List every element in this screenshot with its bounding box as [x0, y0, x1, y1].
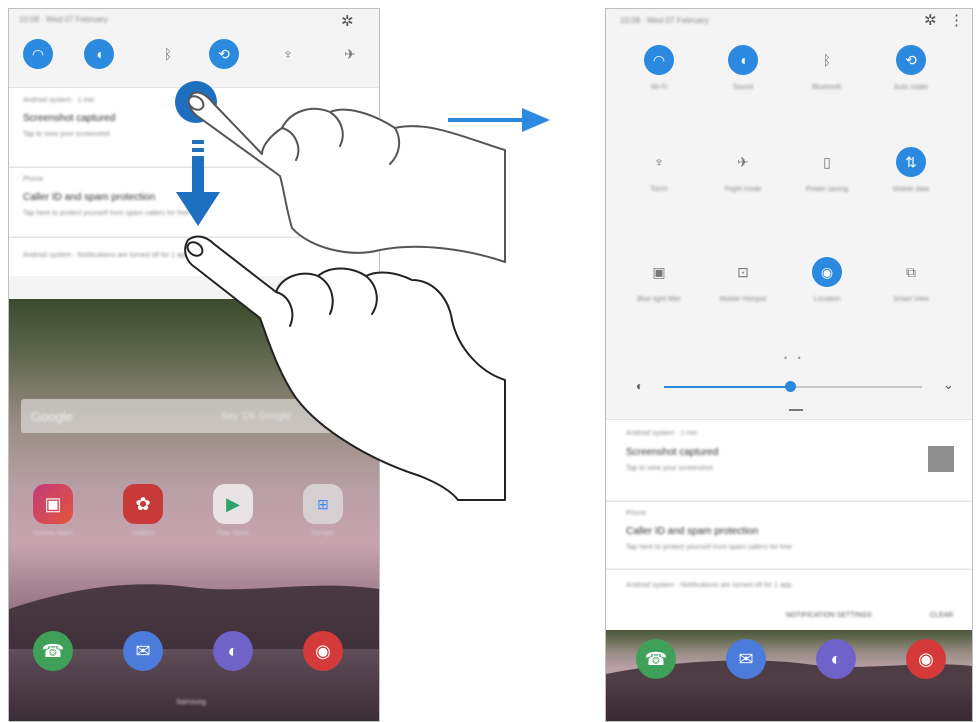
gesture-overlay [175, 81, 550, 501]
arrow-right-icon [448, 108, 550, 132]
hand-icon [187, 91, 506, 263]
hand-icon [184, 235, 506, 501]
drag-down-arrow-icon [176, 140, 220, 226]
